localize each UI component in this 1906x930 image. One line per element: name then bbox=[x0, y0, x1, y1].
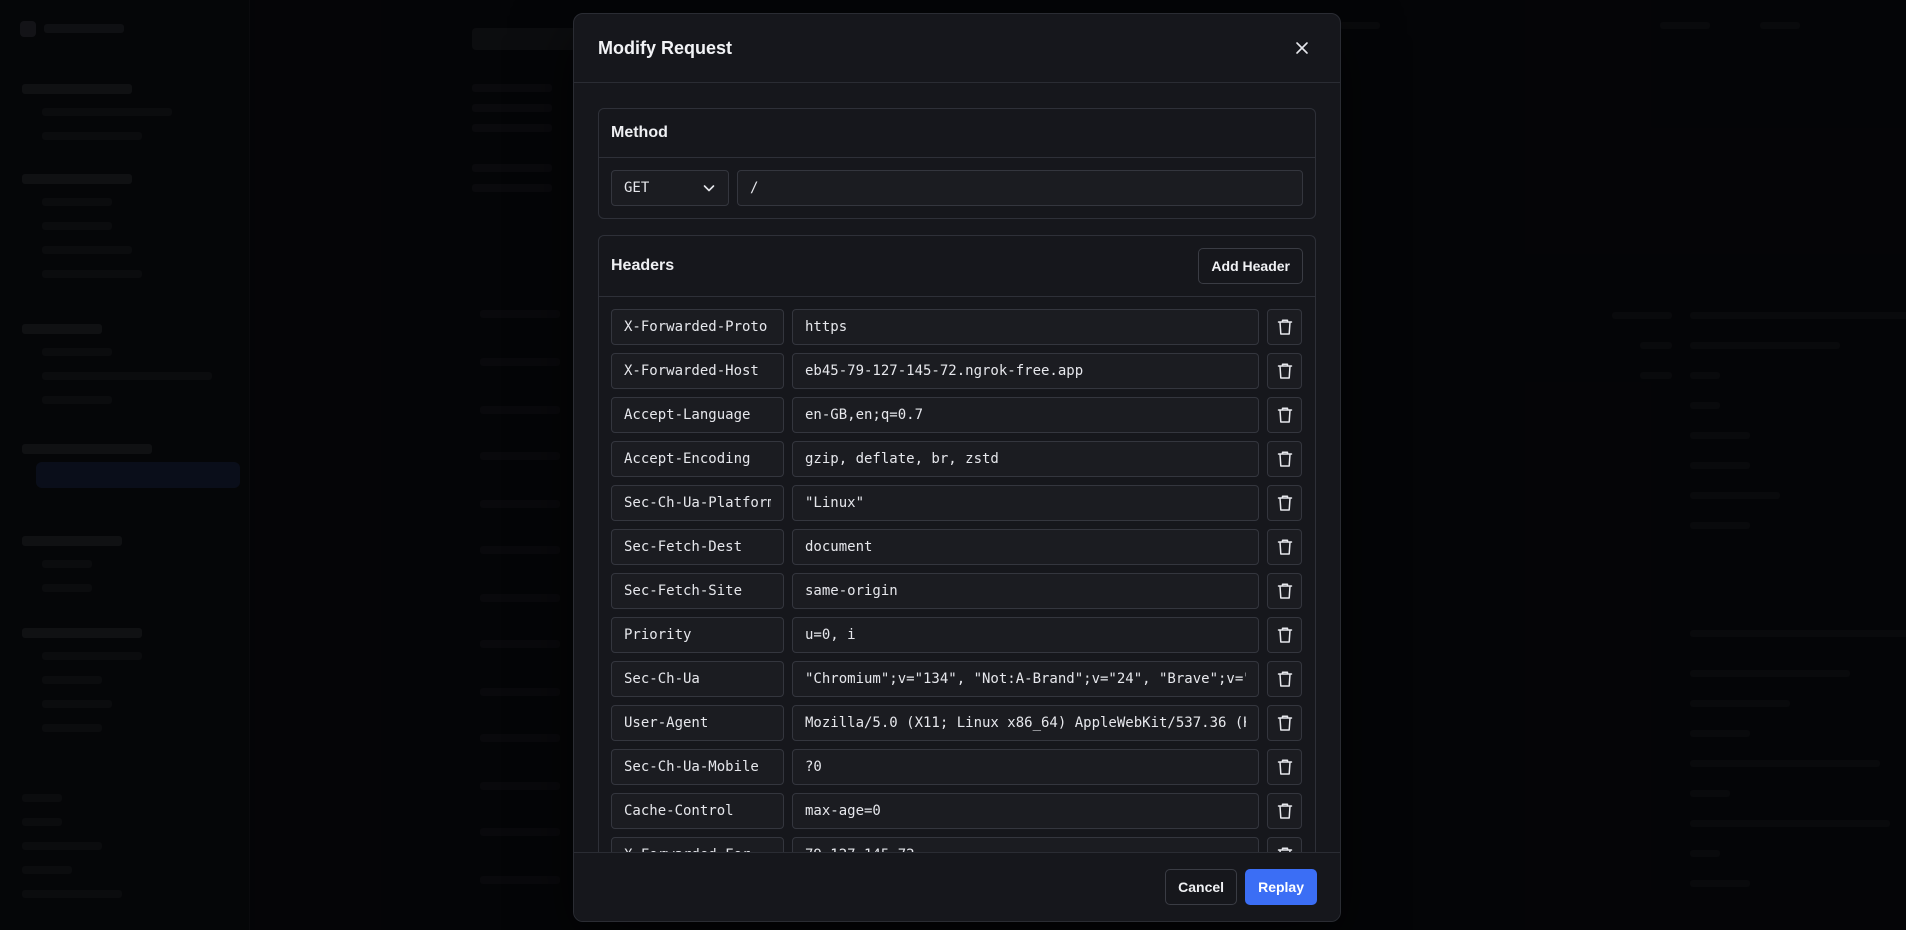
header-row bbox=[611, 353, 1303, 389]
header-value-input[interactable] bbox=[792, 793, 1259, 829]
method-row: GET bbox=[599, 158, 1315, 218]
header-value-input[interactable] bbox=[792, 617, 1259, 653]
header-key-input[interactable] bbox=[611, 793, 784, 829]
header-key-input[interactable] bbox=[611, 617, 784, 653]
method-section-header: Method bbox=[599, 109, 1315, 158]
modal-title: Modify Request bbox=[598, 37, 733, 58]
modal-header: Modify Request bbox=[574, 14, 1340, 83]
chevron-down-icon bbox=[703, 185, 715, 192]
trash-icon bbox=[1277, 803, 1292, 819]
method-section-title: Method bbox=[611, 124, 668, 141]
delete-header-button[interactable] bbox=[1267, 793, 1302, 829]
header-key-input[interactable] bbox=[611, 529, 784, 565]
trash-icon bbox=[1277, 627, 1292, 643]
add-header-button[interactable]: Add Header bbox=[1198, 248, 1303, 284]
modal-body: Method GET Headers Add Header bbox=[574, 84, 1340, 866]
trash-icon bbox=[1277, 495, 1292, 511]
header-row bbox=[611, 793, 1303, 829]
header-row bbox=[611, 573, 1303, 609]
header-row bbox=[611, 309, 1303, 345]
headers-section-title: Headers bbox=[611, 257, 675, 274]
header-value-input[interactable] bbox=[792, 485, 1259, 521]
replay-button[interactable]: Replay bbox=[1245, 869, 1317, 905]
delete-header-button[interactable] bbox=[1267, 705, 1302, 741]
headers-section-header: Headers Add Header bbox=[599, 236, 1315, 297]
trash-icon bbox=[1277, 451, 1292, 467]
method-select-value: GET bbox=[624, 180, 650, 196]
header-value-input[interactable] bbox=[792, 661, 1259, 697]
delete-header-button[interactable] bbox=[1267, 353, 1302, 389]
header-key-input[interactable] bbox=[611, 353, 784, 389]
trash-icon bbox=[1277, 363, 1292, 379]
header-key-input[interactable] bbox=[611, 309, 784, 345]
header-value-input[interactable] bbox=[792, 309, 1259, 345]
header-key-input[interactable] bbox=[611, 573, 784, 609]
header-row bbox=[611, 617, 1303, 653]
cancel-button[interactable]: Cancel bbox=[1165, 869, 1238, 905]
delete-header-button[interactable] bbox=[1267, 573, 1302, 609]
header-row bbox=[611, 397, 1303, 433]
header-value-input[interactable] bbox=[792, 529, 1259, 565]
header-row bbox=[611, 749, 1303, 785]
path-input[interactable] bbox=[737, 170, 1303, 206]
header-value-input[interactable] bbox=[792, 441, 1259, 477]
header-key-input[interactable] bbox=[611, 661, 784, 697]
method-select[interactable]: GET bbox=[611, 170, 729, 206]
modify-request-modal: Modify Request Method GET / Headers Add … bbox=[573, 13, 1341, 922]
close-icon bbox=[1296, 42, 1308, 54]
header-value-input[interactable] bbox=[792, 705, 1259, 741]
header-row bbox=[611, 529, 1303, 565]
trash-icon bbox=[1277, 319, 1292, 335]
header-row bbox=[611, 485, 1303, 521]
trash-icon bbox=[1277, 407, 1292, 423]
header-value-input[interactable] bbox=[792, 573, 1259, 609]
header-value-input[interactable] bbox=[792, 749, 1259, 785]
trash-icon bbox=[1277, 671, 1292, 687]
header-key-input[interactable] bbox=[611, 441, 784, 477]
close-button[interactable] bbox=[1288, 34, 1316, 62]
delete-header-button[interactable] bbox=[1267, 749, 1302, 785]
header-key-input[interactable] bbox=[611, 485, 784, 521]
delete-header-button[interactable] bbox=[1267, 617, 1302, 653]
delete-header-button[interactable] bbox=[1267, 661, 1302, 697]
delete-header-button[interactable] bbox=[1267, 397, 1302, 433]
trash-icon bbox=[1277, 759, 1292, 775]
delete-header-button[interactable] bbox=[1267, 441, 1302, 477]
header-key-input[interactable] bbox=[611, 397, 784, 433]
header-value-input[interactable] bbox=[792, 397, 1259, 433]
trash-icon bbox=[1277, 539, 1292, 555]
headers-section: Headers Add Header bbox=[598, 235, 1316, 866]
header-row bbox=[611, 661, 1303, 697]
header-row bbox=[611, 441, 1303, 477]
header-row bbox=[611, 705, 1303, 741]
header-list bbox=[599, 297, 1315, 866]
header-key-input[interactable] bbox=[611, 705, 784, 741]
trash-icon bbox=[1277, 583, 1292, 599]
delete-header-button[interactable] bbox=[1267, 529, 1302, 565]
header-key-input[interactable] bbox=[611, 749, 784, 785]
trash-icon bbox=[1277, 715, 1292, 731]
method-section: Method GET bbox=[598, 108, 1316, 219]
modal-footer: Cancel Replay bbox=[574, 852, 1340, 921]
delete-header-button[interactable] bbox=[1267, 485, 1302, 521]
header-value-input[interactable] bbox=[792, 353, 1259, 389]
delete-header-button[interactable] bbox=[1267, 309, 1302, 345]
